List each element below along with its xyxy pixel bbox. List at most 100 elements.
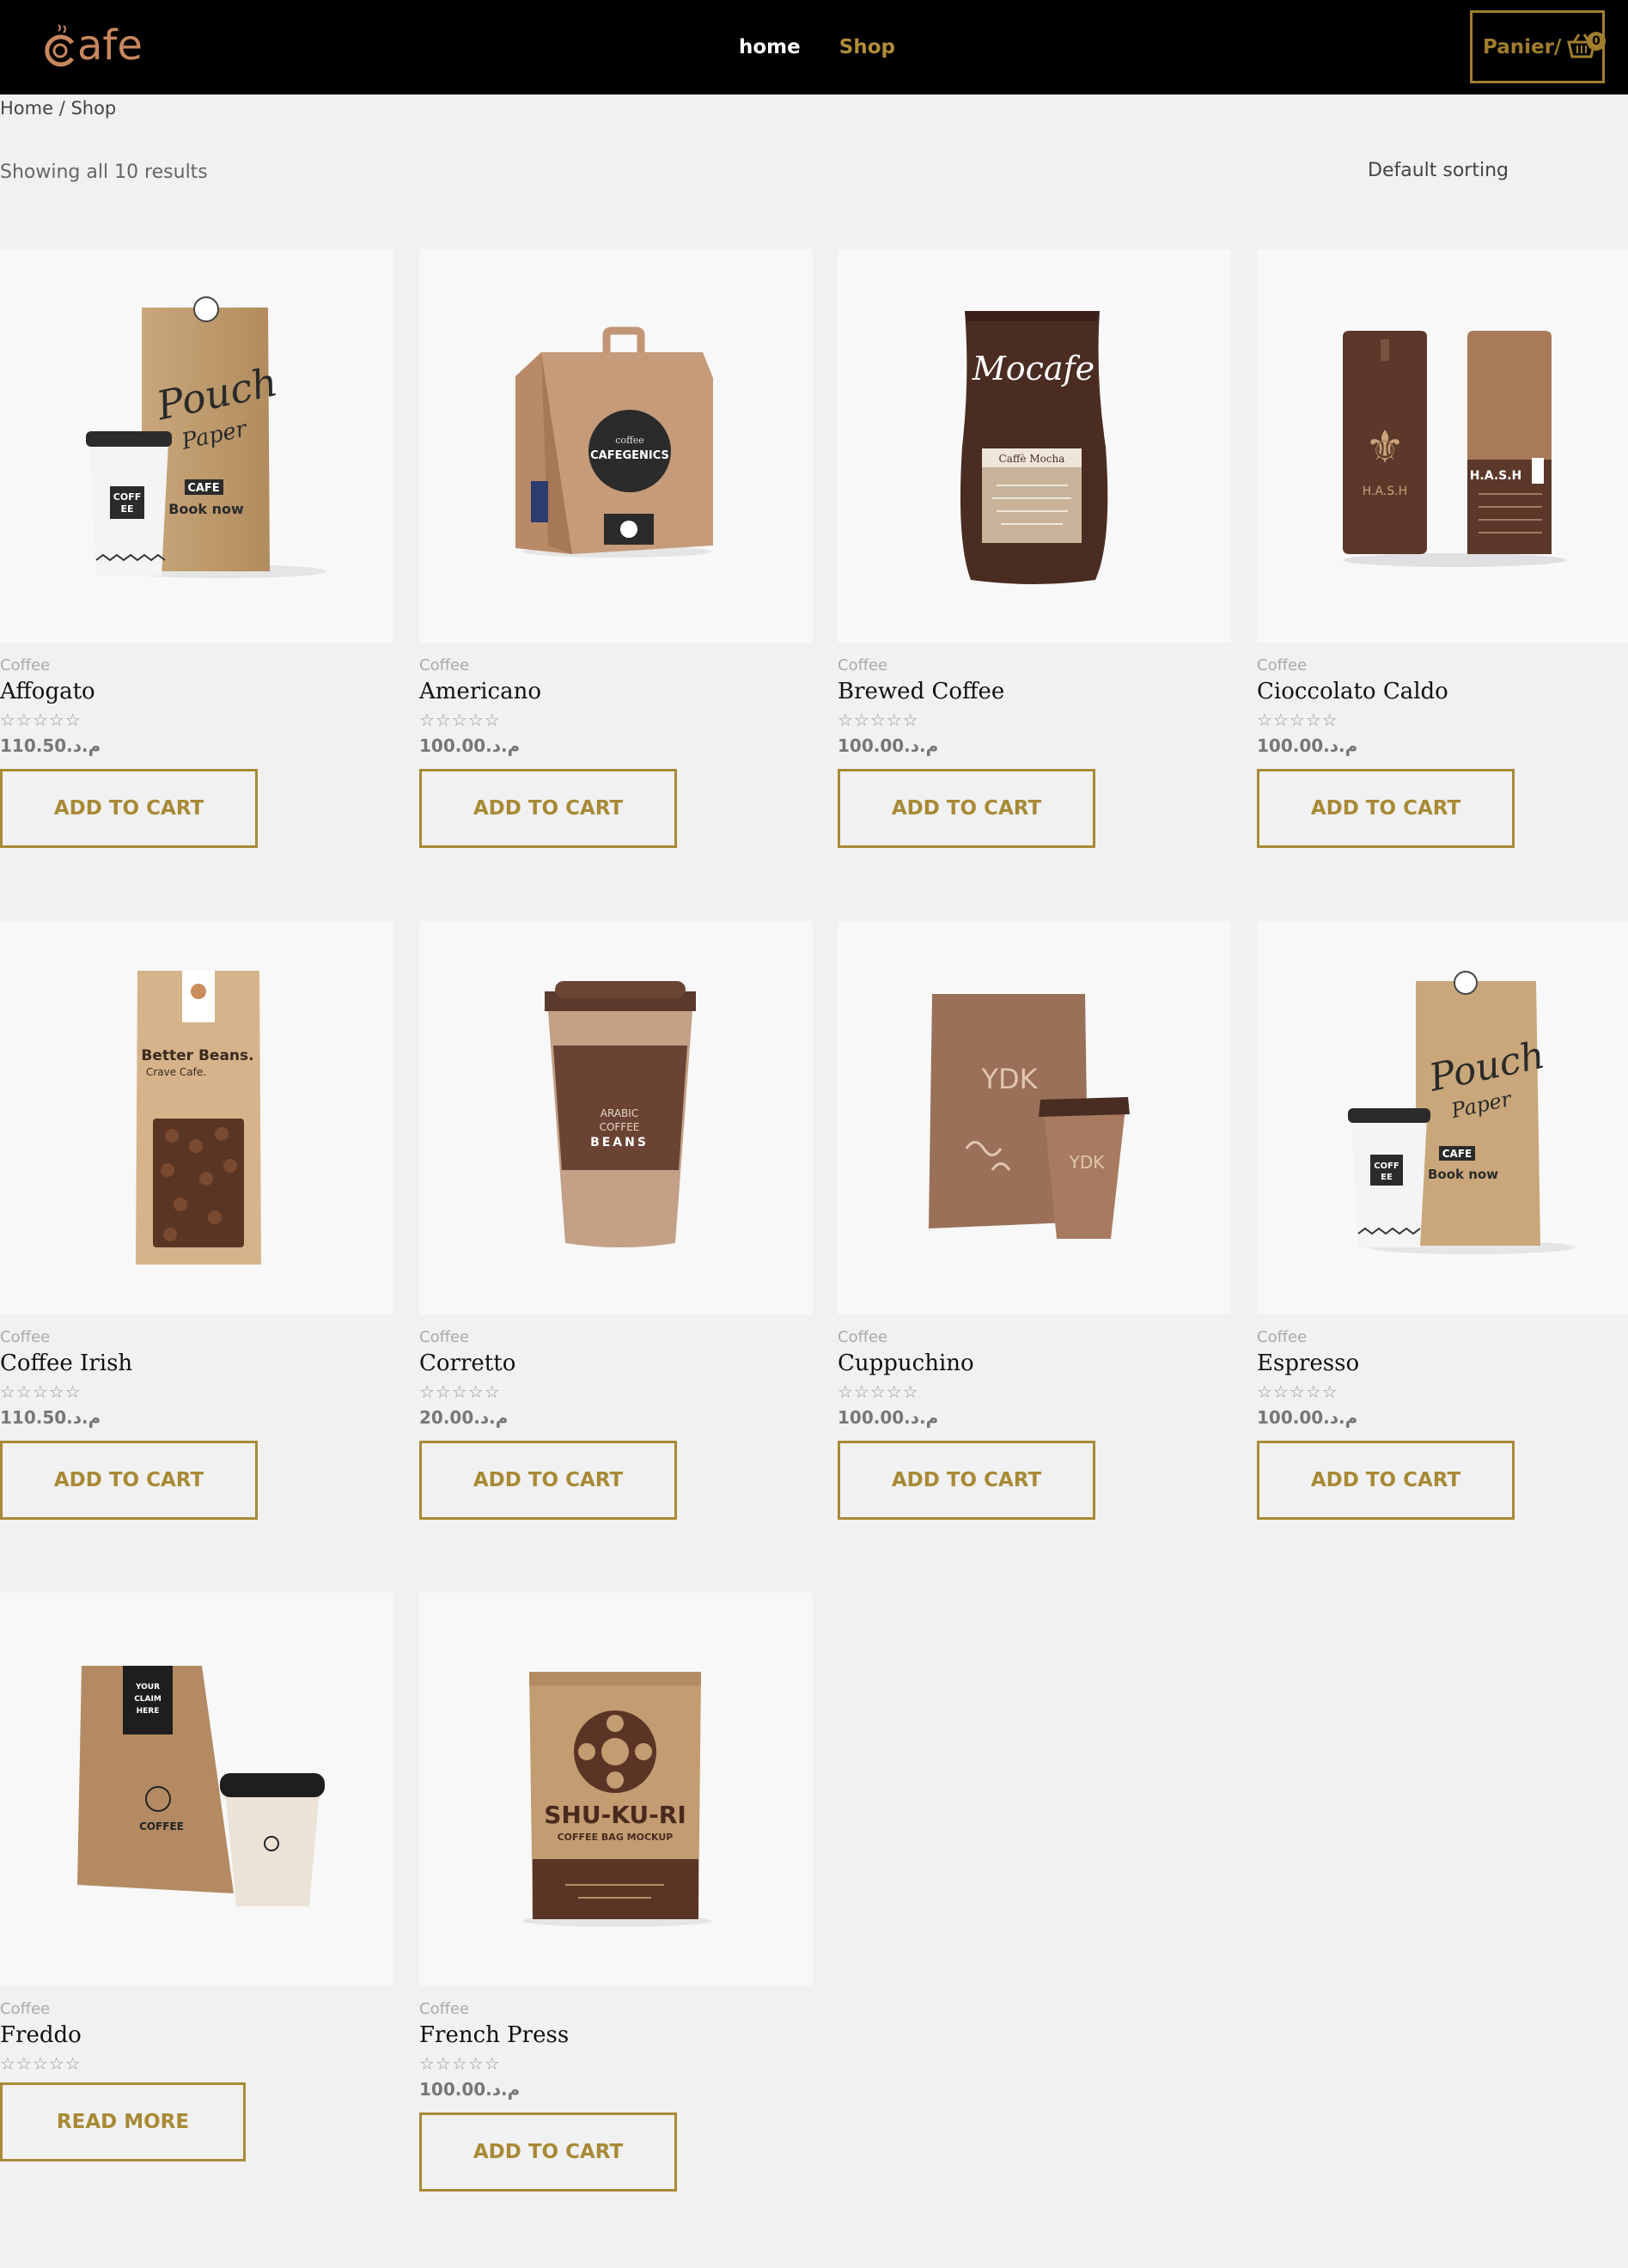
add-to-cart-button[interactable]: ADD TO CART <box>0 1441 258 1520</box>
product-price: 100.00.م.د <box>838 1407 939 1428</box>
product-title[interactable]: Americano <box>419 679 541 704</box>
svg-text:EE: EE <box>120 503 133 515</box>
svg-text:Book now: Book now <box>168 501 244 517</box>
product-image[interactable]: YOUR CLAIM HERE COFFEE <box>0 1593 393 1986</box>
product-title[interactable]: Coffee Irish <box>0 1350 132 1376</box>
add-to-cart-button[interactable]: ADD TO CART <box>838 1441 1095 1520</box>
product-price: 100.00.م.د <box>419 735 521 756</box>
svg-text:COFFEE BAG MOCKUP: COFFEE BAG MOCKUP <box>558 1832 674 1843</box>
product-category[interactable]: Coffee <box>0 2000 50 2018</box>
svg-text:H.A.S.H: H.A.S.H <box>1363 485 1407 498</box>
product-category[interactable]: Coffee <box>1257 1328 1307 1346</box>
product-category[interactable]: Coffee <box>838 1328 887 1346</box>
add-to-cart-button[interactable]: ADD TO CART <box>1257 769 1515 848</box>
svg-text:BEANS: BEANS <box>590 1136 649 1149</box>
logo-text: afe <box>77 21 143 70</box>
product-price: 100.00.م.د <box>1257 1407 1358 1428</box>
cart-label: Panier/ <box>1483 35 1562 58</box>
product-image[interactable]: Better Beans. Crave Cafe. <box>0 921 393 1314</box>
product-price: 100.00.م.د <box>1257 735 1358 756</box>
product-category[interactable]: Coffee <box>419 2000 469 2018</box>
svg-text:CAFE: CAFE <box>187 482 219 495</box>
svg-text:CAFEGENICS: CAFEGENICS <box>590 449 669 462</box>
svg-text:Crave Cafe.: Crave Cafe. <box>146 1066 206 1078</box>
product-title[interactable]: Brewed Coffee <box>838 679 1004 704</box>
product-image[interactable]: coffee CAFEGENICS <box>419 249 813 643</box>
svg-text:YDK: YDK <box>980 1063 1038 1095</box>
svg-text:EE: EE <box>1381 1173 1393 1182</box>
product-card: Pouch Paper CAFE Book now COFF EE Coffee… <box>1257 921 1628 1520</box>
cart-count-badge: 0 <box>1587 32 1606 51</box>
read-more-button[interactable]: READ MORE <box>0 2082 246 2161</box>
product-price: 20.00.م.د <box>419 1407 509 1428</box>
svg-text:CLAIM: CLAIM <box>134 1695 162 1704</box>
product-card: Better Beans. Crave Cafe. Coffee Coffee … <box>0 921 393 1520</box>
product-category[interactable]: Coffee <box>419 656 469 674</box>
product-image[interactable]: Pouch Paper CAFE Book now COFF EE <box>0 249 393 643</box>
product-title[interactable]: Espresso <box>1257 1350 1359 1376</box>
product-title[interactable]: Cuppuchino <box>838 1350 974 1376</box>
product-category[interactable]: Coffee <box>0 1328 50 1346</box>
product-card: YDK YDK Coffee Cuppuchino ☆☆☆☆☆ 100.00.م… <box>838 921 1231 1520</box>
sorting-select[interactable]: Default sorting <box>1368 160 1509 181</box>
product-price: 100.00.م.د <box>419 2079 521 2100</box>
product-price: 110.50.م.د <box>0 735 101 756</box>
svg-text:SHU-KU-RI: SHU-KU-RI <box>544 1801 686 1829</box>
product-category[interactable]: Coffee <box>0 656 50 674</box>
product-category[interactable]: Coffee <box>419 1328 469 1346</box>
rating-stars: ☆☆☆☆☆ <box>0 2053 82 2074</box>
product-image[interactable]: SHU-KU-RI COFFEE BAG MOCKUP <box>419 1593 813 1986</box>
svg-text:coffee: coffee <box>615 435 644 446</box>
product-category[interactable]: Coffee <box>838 656 887 674</box>
svg-text:Mocafe: Mocafe <box>972 350 1094 387</box>
product-title[interactable]: Affogato <box>0 679 95 704</box>
add-to-cart-button[interactable]: ADD TO CART <box>419 2113 677 2192</box>
svg-text:COFF: COFF <box>1374 1161 1399 1171</box>
nav-shop[interactable]: Shop <box>839 36 895 58</box>
product-image[interactable]: ARABIC COFFEE BEANS <box>419 921 813 1314</box>
add-to-cart-button[interactable]: ADD TO CART <box>1257 1441 1515 1520</box>
product-title[interactable]: Cioccolato Caldo <box>1257 679 1448 704</box>
product-price: 110.50.م.د <box>0 1407 101 1428</box>
product-card: Mocafe Caffè Mocha Coffee Brewed Coffee … <box>838 249 1231 848</box>
product-image[interactable]: YDK YDK <box>838 921 1231 1314</box>
product-card: ⚜ H.A.S.H H.A.S.H Coffee Cioccolato Cald… <box>1257 249 1628 848</box>
rating-stars: ☆☆☆☆☆ <box>838 1381 919 1402</box>
rating-stars: ☆☆☆☆☆ <box>419 2053 501 2074</box>
add-to-cart-button[interactable]: ADD TO CART <box>0 769 258 848</box>
rating-stars: ☆☆☆☆☆ <box>419 710 501 730</box>
svg-text:ARABIC: ARABIC <box>601 1107 638 1119</box>
add-to-cart-button[interactable]: ADD TO CART <box>419 769 677 848</box>
site-header: afe home Shop Panier/ 0 <box>0 0 1628 94</box>
product-title[interactable]: French Press <box>419 2022 569 2048</box>
site-logo[interactable]: afe <box>43 15 143 76</box>
add-to-cart-button[interactable]: ADD TO CART <box>838 769 1095 848</box>
product-title[interactable]: Freddo <box>0 2022 82 2048</box>
rating-stars: ☆☆☆☆☆ <box>1257 1381 1338 1402</box>
product-card: Pouch Paper CAFE Book now COFF EE Coffee… <box>0 249 393 848</box>
svg-text:COFFEE: COFFEE <box>600 1121 640 1133</box>
product-title[interactable]: Corretto <box>419 1350 515 1376</box>
svg-text:Caffè Mocha: Caffè Mocha <box>999 453 1065 465</box>
product-category[interactable]: Coffee <box>1257 656 1307 674</box>
svg-text:H.A.S.H: H.A.S.H <box>1470 469 1522 483</box>
rating-stars: ☆☆☆☆☆ <box>0 1381 82 1402</box>
product-image[interactable]: Pouch Paper CAFE Book now COFF EE <box>1257 921 1628 1314</box>
product-image[interactable]: Mocafe Caffè Mocha <box>838 249 1231 643</box>
rating-stars: ☆☆☆☆☆ <box>419 1381 501 1402</box>
svg-text:⚜: ⚜ <box>1365 422 1405 473</box>
product-price: 100.00.م.د <box>838 735 939 756</box>
coffee-cup-logo-icon <box>45 24 75 67</box>
svg-text:COFF: COFF <box>113 491 141 503</box>
product-image[interactable]: ⚜ H.A.S.H H.A.S.H <box>1257 249 1628 643</box>
cart-button[interactable]: Panier/ 0 <box>1470 10 1606 83</box>
rating-stars: ☆☆☆☆☆ <box>838 710 919 730</box>
svg-text:HERE: HERE <box>137 1707 160 1716</box>
breadcrumb: Home / Shop <box>0 98 117 119</box>
add-to-cart-button[interactable]: ADD TO CART <box>419 1441 677 1520</box>
svg-text:Book now: Book now <box>1428 1167 1498 1182</box>
nav-home[interactable]: home <box>739 36 801 58</box>
product-card: ARABIC COFFEE BEANS Coffee Corretto ☆☆☆☆… <box>419 921 813 1520</box>
svg-text:CAFE: CAFE <box>1442 1148 1473 1160</box>
svg-text:Better Beans.: Better Beans. <box>141 1047 253 1064</box>
